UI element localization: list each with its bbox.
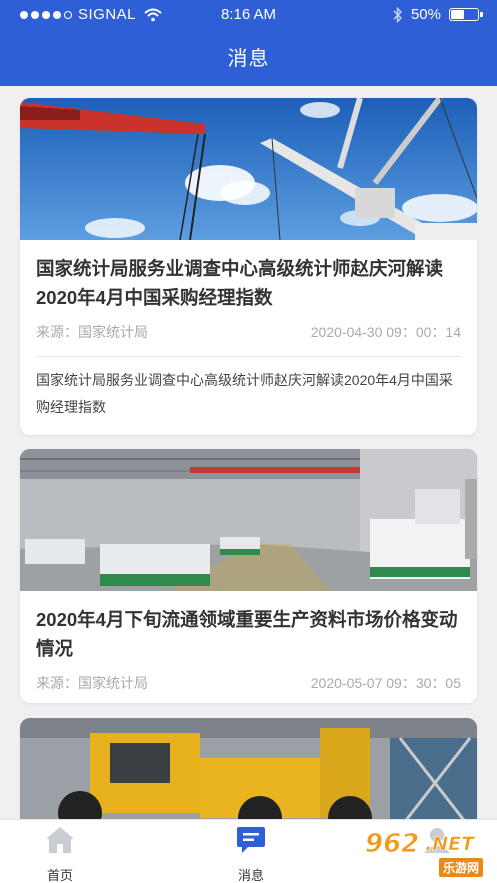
article-date: 2020-05-07 09：30：05 xyxy=(310,675,461,691)
bluetooth-icon xyxy=(393,6,402,23)
article-image-cranes xyxy=(20,98,477,240)
message-feed[interactable]: 国家统计局服务业调查中心高级统计师赵庆河解读2020年4月中国采购经理指数 来源… xyxy=(0,86,497,819)
article-meta: 来源：国家统计局 2020-05-07 09：30：05 xyxy=(20,673,477,693)
article-card[interactable] xyxy=(20,718,477,819)
status-bar: SIGNAL 8:16 AM 50% xyxy=(0,0,497,30)
watermark-sub: 乐游网 xyxy=(438,858,483,877)
battery-icon xyxy=(449,8,483,21)
page-title: 消息 xyxy=(227,48,270,70)
battery-area: 50% xyxy=(393,6,483,23)
svg-text:962: 962 xyxy=(365,829,419,859)
article-image-loaders xyxy=(20,718,477,819)
battery-percent: 50% xyxy=(410,6,441,23)
article-summary: 国家统计局服务业调查中心高级统计师赵庆河解读2020年4月中国采购经理指数 xyxy=(36,372,453,415)
top-bar: SIGNAL 8:16 AM 50% 消息 xyxy=(0,0,497,86)
article-date: 2020-04-30 09：00：14 xyxy=(310,324,461,340)
tab-home[interactable]: 首页 xyxy=(0,820,120,883)
article-title[interactable]: 2020年4月下旬流通领域重要生产资料市场价格变动情况 xyxy=(20,591,477,663)
home-icon xyxy=(46,827,74,853)
article-title[interactable]: 国家统计局服务业调查中心高级统计师赵庆河解读2020年4月中国采购经理指数 xyxy=(20,240,477,312)
article-source: 来源：国家统计局 xyxy=(36,675,148,691)
message-icon xyxy=(237,827,265,853)
article-card[interactable]: 国家统计局服务业调查中心高级统计师赵庆河解读2020年4月中国采购经理指数 来源… xyxy=(20,98,477,435)
article-image-factory xyxy=(20,449,477,591)
tab-messages-label: 消息 xyxy=(237,868,264,883)
svg-text:.NET: .NET xyxy=(425,833,476,855)
article-meta: 来源：国家统计局 2020-04-30 09：00：14 xyxy=(20,322,477,342)
tab-messages[interactable]: 消息 xyxy=(191,820,311,883)
site-watermark: 962 .NET 乐游网 xyxy=(361,826,489,878)
article-source: 来源：国家统计局 xyxy=(36,324,148,340)
article-card[interactable]: 2020年4月下旬流通领域重要生产资料市场价格变动情况 来源：国家统计局 202… xyxy=(20,449,477,703)
tab-home-label: 首页 xyxy=(46,868,73,883)
